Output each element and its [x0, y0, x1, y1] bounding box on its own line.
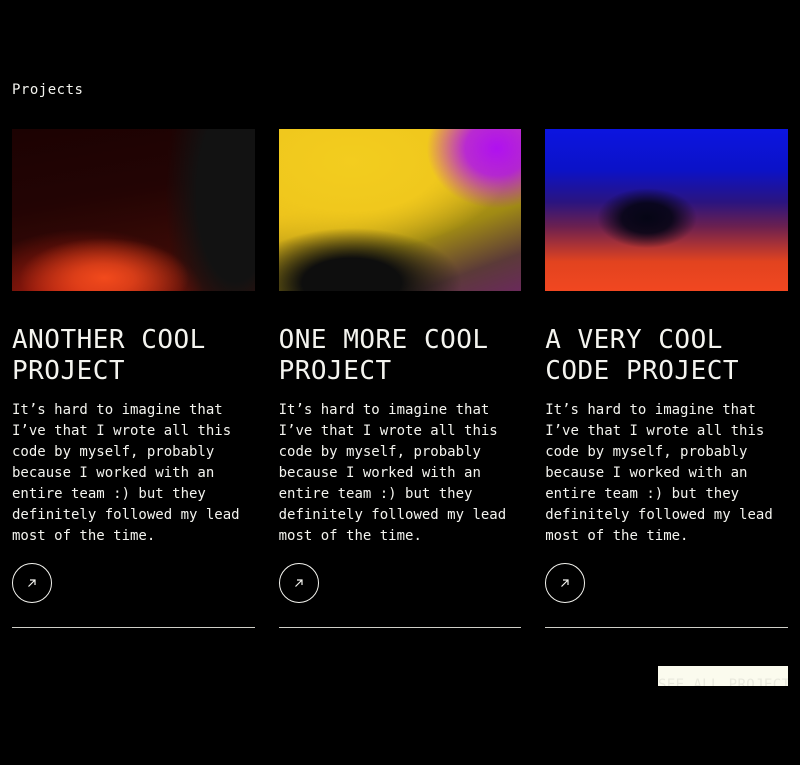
arrow-up-right-icon	[28, 579, 36, 587]
open-project-button[interactable]	[278, 563, 319, 603]
project-thumbnail[interactable]	[12, 129, 255, 291]
see-all-projects-label: SEE ALL PROJECTS	[658, 677, 788, 686]
arrow-up-right-icon	[561, 579, 569, 587]
section-title: Projects	[12, 82, 84, 98]
project-description: It’s hard to imagine that I’ve that I wr…	[545, 402, 773, 544]
project-cards: ANOTHER COOL PROJECT It’s hard to imagin…	[12, 129, 788, 628]
project-title: A VERY COOL CODE PROJECT	[545, 325, 740, 386]
arrow-up-right-icon	[294, 579, 303, 587]
project-thumbnail[interactable]	[278, 129, 522, 291]
divider	[278, 627, 522, 628]
divider	[545, 627, 788, 628]
project-title: ONE MORE COOL PROJECT	[278, 325, 489, 386]
project-card: ONE MORE COOL PROJECT It’s hard to imagi…	[278, 129, 522, 628]
project-title: ANOTHER COOL PROJECT	[12, 325, 206, 386]
project-description: It’s hard to imagine that I’ve that I wr…	[12, 402, 240, 544]
project-thumbnail[interactable]	[545, 129, 788, 291]
project-card: A VERY COOL CODE PROJECT It’s hard to im…	[545, 129, 788, 628]
see-all-projects-button[interactable]: SEE ALL PROJECTS	[658, 666, 788, 686]
open-project-button[interactable]	[545, 563, 586, 603]
divider	[12, 627, 255, 628]
open-project-button[interactable]	[12, 563, 52, 603]
project-card: ANOTHER COOL PROJECT It’s hard to imagin…	[12, 129, 255, 628]
project-description: It’s hard to imagine that I’ve that I wr…	[278, 402, 507, 544]
